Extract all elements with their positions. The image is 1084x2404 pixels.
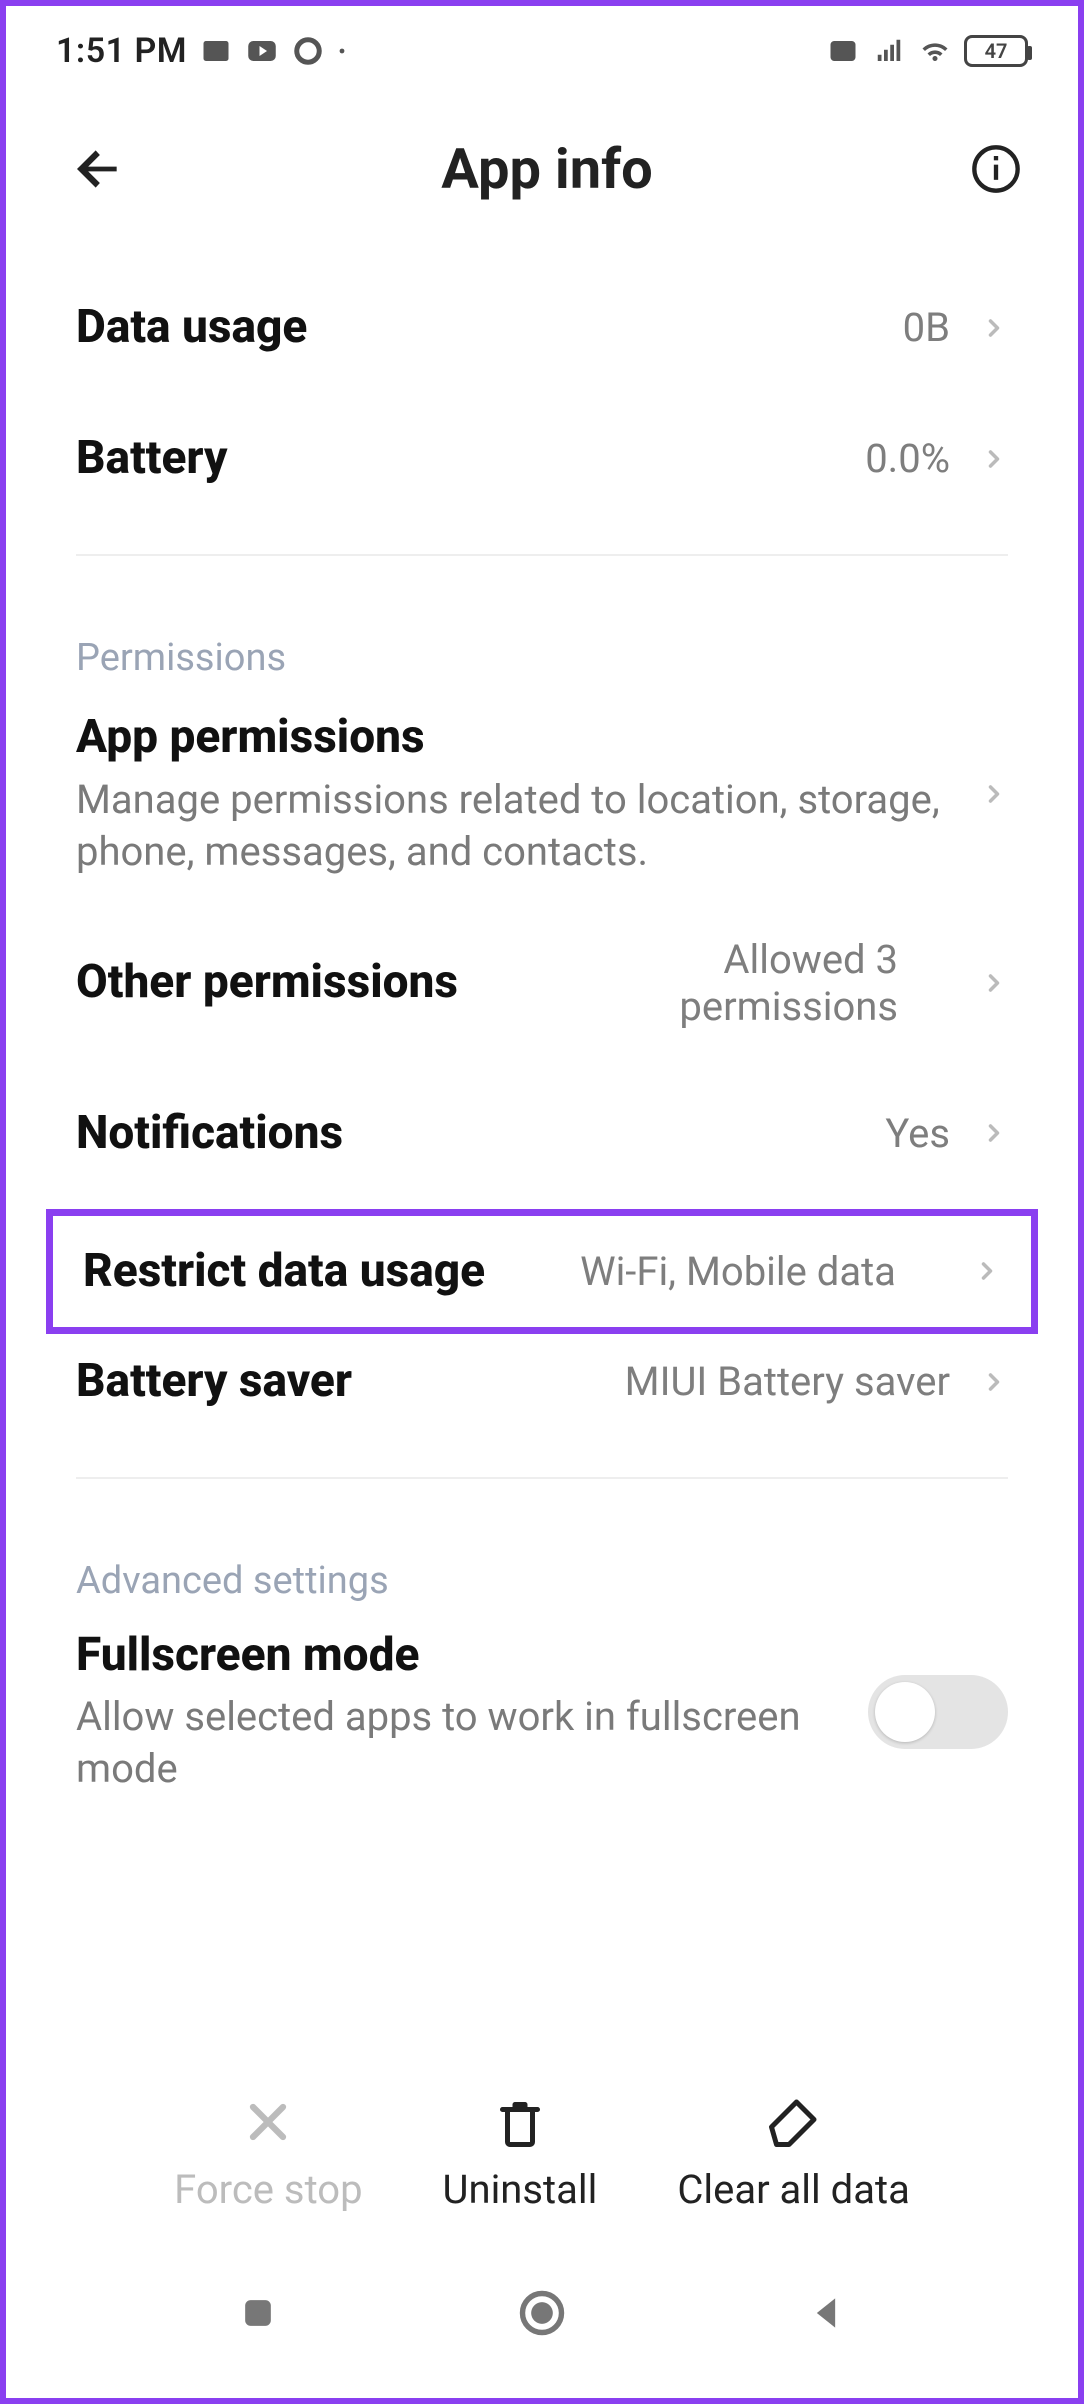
chevron-right-icon xyxy=(980,1368,1008,1396)
row-value: 0.0% xyxy=(865,435,950,482)
chevron-right-icon xyxy=(980,314,1008,342)
close-icon xyxy=(238,2092,298,2152)
row-label: App permissions xyxy=(76,710,950,765)
wifi-icon xyxy=(918,34,952,68)
section-title-advanced: Advanced settings xyxy=(6,1509,1078,1623)
dot-icon xyxy=(337,34,347,68)
row-label: Restrict data usage xyxy=(83,1244,503,1299)
row-value: 0B xyxy=(903,304,950,351)
status-bar: 1:51 PM 47 xyxy=(6,6,1078,96)
row-description: Allow selected apps to work in fullscree… xyxy=(76,1691,838,1795)
navigation-bar xyxy=(6,2258,1078,2368)
row-restrict-data-usage[interactable]: Restrict data usage Wi-Fi, Mobile data xyxy=(83,1244,1001,1299)
circle-icon xyxy=(291,34,325,68)
action-label: Clear all data xyxy=(677,2166,910,2213)
row-label: Notifications xyxy=(76,1106,855,1161)
section-title-permissions: Permissions xyxy=(6,586,1078,700)
row-battery[interactable]: Battery 0.0% xyxy=(76,393,1008,524)
header: App info xyxy=(6,96,1078,262)
row-label: Battery saver xyxy=(76,1354,595,1409)
row-notifications[interactable]: Notifications Yes xyxy=(76,1068,1008,1199)
chevron-right-icon xyxy=(980,780,1008,808)
fullscreen-toggle[interactable] xyxy=(868,1675,1008,1749)
row-description: Manage permissions related to location, … xyxy=(76,774,950,878)
action-uninstall[interactable]: Uninstall xyxy=(423,2092,618,2213)
row-label: Data usage xyxy=(76,300,873,355)
nav-back-button[interactable] xyxy=(796,2283,856,2343)
highlight-restrict-data: Restrict data usage Wi-Fi, Mobile data xyxy=(46,1209,1038,1334)
battery-icon: 47 xyxy=(964,35,1028,67)
action-label: Force stop xyxy=(174,2166,362,2213)
trash-icon xyxy=(490,2092,550,2152)
row-value: Yes xyxy=(885,1110,950,1157)
action-force-stop: Force stop xyxy=(154,2092,382,2213)
youtube-icon xyxy=(245,34,279,68)
info-button[interactable] xyxy=(964,137,1028,201)
signal-icon xyxy=(872,34,906,68)
row-value: MIUI Battery saver xyxy=(625,1358,950,1405)
app-badge-icon xyxy=(199,34,233,68)
row-app-permissions[interactable]: App permissions Manage permissions relat… xyxy=(76,700,1008,897)
action-label: Uninstall xyxy=(443,2166,598,2213)
chevron-right-icon xyxy=(973,1257,1001,1285)
row-label: Other permissions xyxy=(76,955,496,1010)
divider xyxy=(76,554,1008,556)
nav-home-button[interactable] xyxy=(512,2283,572,2343)
back-button[interactable] xyxy=(66,137,130,201)
row-data-usage[interactable]: Data usage 0B xyxy=(76,262,1008,393)
row-label: Battery xyxy=(76,431,835,486)
row-fullscreen-mode[interactable]: Fullscreen mode Allow selected apps to w… xyxy=(76,1623,1008,1833)
row-value: Allowed 3 permissions xyxy=(578,936,898,1030)
chevron-right-icon xyxy=(980,1119,1008,1147)
row-other-permissions[interactable]: Other permissions Allowed 3 permissions xyxy=(76,898,1008,1068)
divider xyxy=(76,1477,1008,1479)
action-clear-all-data[interactable]: Clear all data xyxy=(657,2092,930,2213)
chevron-right-icon xyxy=(980,445,1008,473)
clock-text: 1:51 PM xyxy=(56,31,187,71)
battery-level: 47 xyxy=(985,39,1008,63)
row-label: Fullscreen mode xyxy=(76,1628,838,1683)
nav-recents-button[interactable] xyxy=(228,2283,288,2343)
chevron-right-icon xyxy=(980,969,1008,997)
volte-icon xyxy=(826,34,860,68)
page-title: App info xyxy=(441,136,653,202)
row-battery-saver[interactable]: Battery saver MIUI Battery saver xyxy=(76,1344,1008,1447)
eraser-icon xyxy=(764,2092,824,2152)
action-bar: Force stop Uninstall Clear all data xyxy=(6,2062,1078,2223)
row-value: Wi-Fi, Mobile data xyxy=(580,1248,896,1295)
